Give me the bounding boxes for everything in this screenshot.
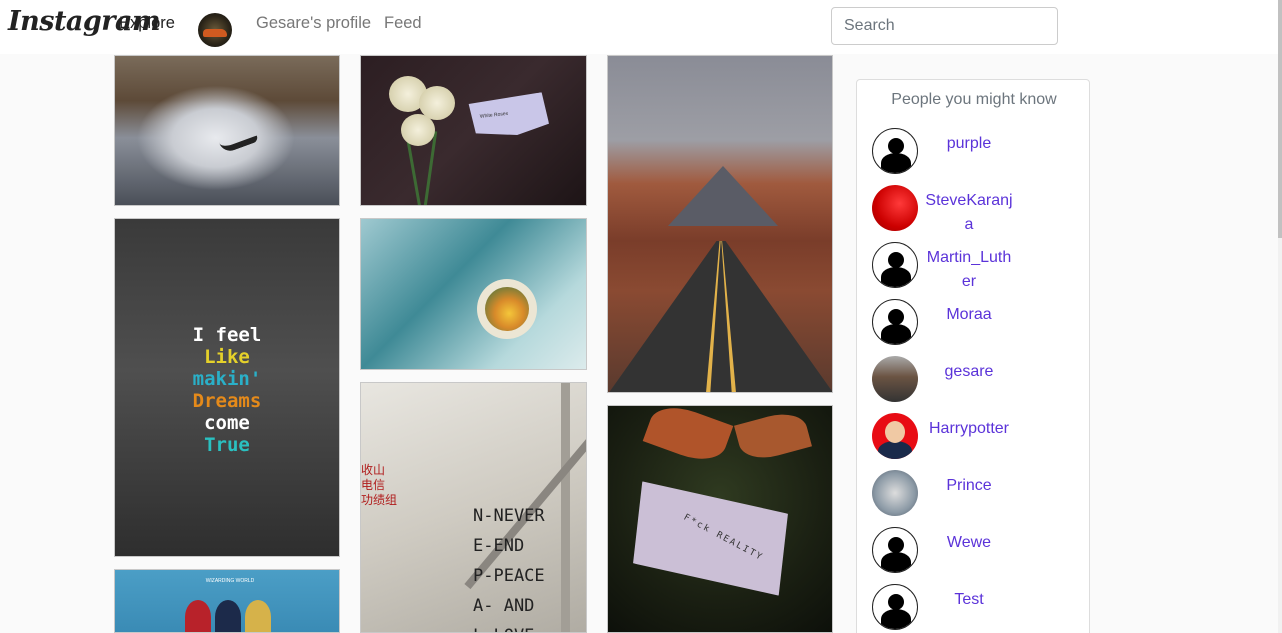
road: [608, 241, 832, 392]
graffiti-line: L-LOVE: [473, 621, 545, 632]
red-graffiti-line: 功绩组: [361, 493, 398, 507]
comic-figure: [245, 600, 271, 632]
red-graffiti-line: 收山: [361, 463, 386, 477]
suggestion-username[interactable]: Test: [924, 588, 1014, 612]
suggestion-username[interactable]: gesare: [924, 360, 1014, 384]
dreams-line: Dreams: [192, 390, 262, 412]
post-image-comic[interactable]: WIZARDING WORLD: [114, 569, 340, 633]
suggestion-item: gesare: [872, 356, 1087, 404]
suggestion-item: SteveKaranja: [872, 185, 1087, 233]
graffiti-text: N-NEVER E-END P-PEACE A- AND L-LOVE: [473, 501, 545, 632]
post-image-dreams[interactable]: I feel Like makin' Dreams come True: [114, 218, 340, 557]
suggestion-username[interactable]: Wewe: [924, 531, 1014, 555]
suggestions-card: People you might know purple SteveKaranj…: [856, 79, 1090, 633]
graffiti-line: A- AND: [473, 596, 535, 616]
user-avatar[interactable]: [872, 185, 918, 231]
paper-note: White Roses: [464, 92, 550, 140]
nav-profile[interactable]: Gesare's profile: [256, 14, 371, 33]
comic-banner: WIZARDING WORLD: [205, 578, 255, 584]
car-image: [203, 29, 227, 37]
post-image-graffiti[interactable]: 收山 电信 功绩组 N-NEVER E-END P-PEACE A- AND L…: [360, 382, 587, 633]
dreams-letter-blocks: I feel Like makin' Dreams come True: [187, 324, 267, 464]
profile-avatar[interactable]: [198, 13, 232, 47]
suggestion-username[interactable]: Prince: [924, 474, 1014, 498]
post-image-sneaker[interactable]: [114, 55, 340, 206]
dish: [485, 287, 529, 331]
note-text: White Roses: [479, 110, 509, 120]
suggestion-item: Wewe: [872, 527, 1087, 575]
suggestion-item: Moraa: [872, 299, 1087, 347]
graffiti-line: P-PEACE: [473, 566, 545, 586]
page-scrollbar[interactable]: [1278, 0, 1282, 633]
suggestion-username[interactable]: Harrypotter: [924, 417, 1014, 441]
default-avatar-icon[interactable]: [872, 242, 918, 288]
search-input[interactable]: [831, 7, 1058, 45]
comic-figure: [185, 600, 211, 632]
post-image-leaf[interactable]: F*ck REALITY: [607, 405, 833, 633]
suggestion-item: purple: [872, 128, 1087, 176]
scrollbar-thumb[interactable]: [1278, 0, 1282, 238]
suggestion-username[interactable]: SteveKaranja: [924, 189, 1014, 237]
paper-note: F*ck REALITY: [617, 468, 803, 609]
user-avatar[interactable]: [872, 470, 918, 516]
dreams-line: come: [204, 412, 250, 434]
suggestion-username[interactable]: Moraa: [924, 303, 1014, 327]
default-avatar-icon[interactable]: [872, 527, 918, 573]
nav-feed[interactable]: Feed: [384, 14, 422, 33]
red-graffiti-line: 电信: [361, 478, 386, 492]
leaf: [734, 407, 812, 465]
leaf: [642, 406, 734, 469]
dreams-line: I feel: [192, 324, 262, 346]
note-text: F*ck REALITY: [681, 512, 765, 564]
post-image-food[interactable]: [360, 218, 587, 370]
suggestion-item: Martin_Luther: [872, 242, 1087, 290]
dreams-line: True: [204, 434, 250, 456]
suggestion-item: Prince: [872, 470, 1087, 518]
comic-figure: [215, 600, 241, 632]
navbar: Instagram Explore Gesare's profile Feed: [0, 0, 1278, 54]
rose: [401, 114, 435, 146]
suggestion-item: Harrypotter: [872, 413, 1087, 461]
mountain: [668, 166, 778, 226]
default-avatar-icon[interactable]: [872, 128, 918, 174]
graffiti-line: E-END: [473, 536, 525, 556]
wall-pipe: [561, 383, 570, 632]
graffiti-line: N-NEVER: [473, 506, 545, 526]
default-avatar-icon[interactable]: [872, 584, 918, 630]
nav-explore[interactable]: Explore: [119, 14, 175, 33]
suggestion-username[interactable]: purple: [924, 132, 1014, 156]
suggestions-title: People you might know: [891, 91, 1057, 108]
post-image-roses[interactable]: White Roses: [360, 55, 587, 206]
user-avatar[interactable]: [872, 413, 918, 459]
suggestion-item: Test: [872, 584, 1087, 632]
dreams-line: Like: [204, 346, 250, 368]
dreams-line: makin': [192, 368, 262, 390]
default-avatar-icon[interactable]: [872, 299, 918, 345]
post-image-road[interactable]: [607, 55, 833, 393]
suggestion-username[interactable]: Martin_Luther: [924, 246, 1014, 294]
swoosh-logo: [219, 129, 259, 155]
user-avatar[interactable]: [872, 356, 918, 402]
red-graffiti: 收山 电信 功绩组: [361, 463, 397, 508]
